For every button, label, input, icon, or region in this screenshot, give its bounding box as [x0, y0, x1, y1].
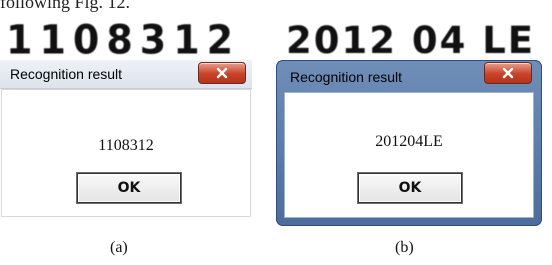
dialog-titlebar-a[interactable]: Recognition result	[0, 60, 252, 89]
recognition-dialog-b: Recognition result 201204LE OK	[276, 60, 542, 226]
close-button-a[interactable]	[198, 62, 246, 84]
recognition-result-a: 1108312	[98, 137, 154, 154]
dialog-title-a: Recognition result	[10, 66, 123, 82]
dialog-title-b: Recognition result	[290, 69, 403, 85]
caption-a: (a)	[110, 239, 128, 256]
recognition-result-b: 201204LE	[375, 133, 443, 150]
close-icon	[216, 67, 228, 79]
recognition-dialog-a: Recognition result 1108312 OK	[0, 60, 252, 218]
close-button-b[interactable]	[484, 62, 532, 84]
ok-button-b[interactable]: OK	[357, 172, 463, 204]
ok-button-a[interactable]: OK	[76, 172, 182, 204]
plate-image-b: 2012 04 LE	[286, 18, 536, 62]
caption-b: (b)	[395, 239, 414, 256]
dialog-body-a: 1108312 OK	[1, 89, 251, 217]
dialog-body-b: 201204LE OK	[284, 92, 534, 218]
top-caption: following Fig. 12.	[0, 0, 131, 12]
close-icon	[502, 67, 514, 79]
plate-image-a: 1108312	[6, 16, 241, 64]
dialog-titlebar-b[interactable]: Recognition result	[276, 60, 542, 88]
